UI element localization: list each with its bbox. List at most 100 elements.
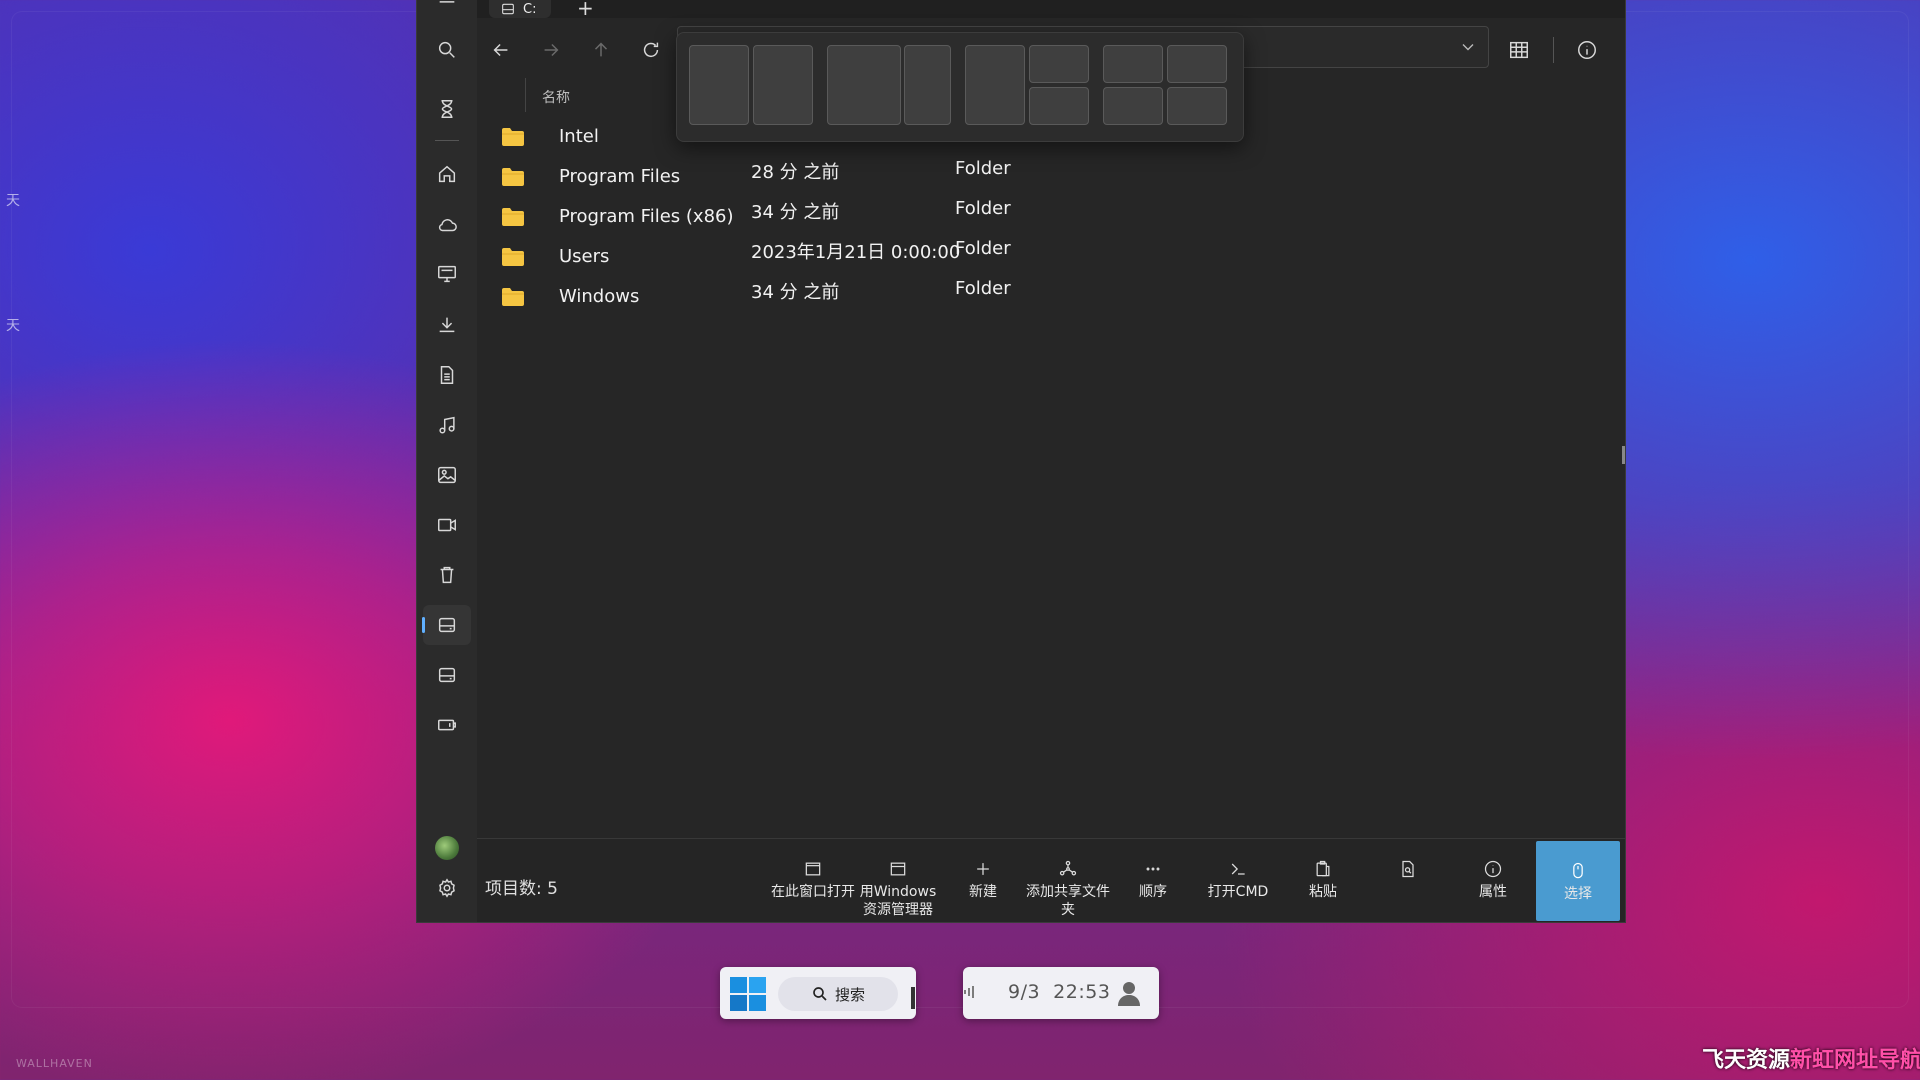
- desktop-edge-text: 天: [6, 193, 20, 209]
- file-search-icon: [1402, 860, 1414, 878]
- avatar[interactable]: [435, 836, 459, 860]
- sidebar-item-cloud[interactable]: [423, 205, 471, 245]
- list-item[interactable]: Users 2023年1月21日 0:00:00 Folder: [477, 237, 1277, 277]
- sort-button[interactable]: 顺序: [1111, 839, 1195, 922]
- forward-button[interactable]: [531, 30, 571, 70]
- download-icon: [439, 317, 455, 333]
- tab-title: C:: [523, 1, 537, 17]
- select-button[interactable]: 选择: [1536, 841, 1620, 921]
- snap-zone[interactable]: [1167, 45, 1227, 83]
- preview-button[interactable]: [1366, 839, 1450, 922]
- paste-label: 粘贴: [1309, 884, 1337, 900]
- tab-strip: C: +: [477, 0, 1625, 20]
- mouse-icon: [1573, 862, 1583, 879]
- arrow-left-icon: [493, 43, 508, 57]
- hourglass-icon: [441, 100, 453, 118]
- snap-zone[interactable]: [1029, 45, 1089, 83]
- list-item[interactable]: Windows 34 分 之前 Folder: [477, 277, 1277, 317]
- desktop-icon: [438, 265, 456, 283]
- snap-layout-quadrants: [1103, 45, 1227, 125]
- sidebar-item-videos[interactable]: [423, 505, 471, 545]
- volume-icon[interactable]: [963, 983, 979, 1001]
- snap-zone[interactable]: [904, 45, 951, 125]
- search-icon: [813, 987, 827, 1001]
- list-item[interactable]: Program Files 28 分 之前 Folder: [477, 157, 1277, 197]
- new-button[interactable]: 新建: [941, 839, 1025, 922]
- arrow-right-icon: [544, 43, 559, 57]
- open-explorer-button[interactable]: 用Windows资源管理器: [856, 839, 940, 922]
- item-name: Users: [559, 246, 610, 267]
- open-here-button[interactable]: 在此窗口打开: [771, 839, 855, 922]
- sidebar-item-documents[interactable]: [423, 355, 471, 395]
- add-share-label: 添加共享文件夹: [1026, 884, 1110, 918]
- snap-layouts-flyout: [676, 32, 1244, 142]
- snap-zone[interactable]: [1167, 87, 1227, 125]
- snap-zone[interactable]: [1103, 87, 1163, 125]
- wallpaper-credit: WALLHAVEN: [16, 1057, 93, 1070]
- snap-layout-halves: [689, 45, 813, 125]
- item-type: Folder: [955, 198, 1011, 219]
- tab-drive-c[interactable]: C:: [489, 0, 551, 18]
- up-button[interactable]: [581, 30, 621, 70]
- resize-grip[interactable]: [1622, 446, 1625, 464]
- sidebar-separator: [435, 140, 459, 141]
- folder-icon: [502, 208, 524, 226]
- snap-zone[interactable]: [1029, 87, 1089, 125]
- sidebar-item-downloads[interactable]: [423, 305, 471, 345]
- back-button[interactable]: [481, 30, 521, 70]
- home-icon: [438, 165, 456, 183]
- status-bar: 项目数: 5 在此窗口打开 用Windows资源管理器 新建 添加共享文件夹 顺…: [477, 838, 1625, 922]
- grid-view-button[interactable]: [1499, 30, 1539, 70]
- snap-zone[interactable]: [1103, 45, 1163, 83]
- folder-icon: [502, 168, 524, 186]
- folder-icon: [502, 128, 524, 146]
- drive-icon: [502, 3, 514, 15]
- taskbar-date: 9/3: [1008, 981, 1041, 1003]
- sidebar-item-drive-d[interactable]: [423, 655, 471, 695]
- open-cmd-label: 打开CMD: [1207, 884, 1269, 900]
- paste-button[interactable]: 粘贴: [1281, 839, 1365, 922]
- taskbar-clock[interactable]: 9/3 22:53: [1008, 981, 1110, 1003]
- new-label: 新建: [969, 884, 997, 900]
- search-button[interactable]: [423, 30, 471, 70]
- desktop-edge-text: 天: [6, 318, 20, 334]
- list-item[interactable]: Program Files (x86) 34 分 之前 Folder: [477, 197, 1277, 237]
- windows-start-icon[interactable]: [730, 977, 766, 1011]
- taskbar-right: 9/3 22:53: [963, 967, 1159, 1019]
- taskbar-divider: [911, 987, 915, 1009]
- snap-zone[interactable]: [753, 45, 813, 125]
- item-name: Windows: [559, 286, 640, 307]
- add-share-button[interactable]: 添加共享文件夹: [1026, 839, 1110, 922]
- sidebar-item-recycle-bin[interactable]: [423, 555, 471, 595]
- taskbar-search[interactable]: 搜索: [778, 977, 898, 1011]
- sidebar-item-desktop[interactable]: [423, 254, 471, 294]
- sidebar-item-pictures[interactable]: [423, 455, 471, 495]
- drive-icon: [438, 617, 456, 633]
- recycle-bin-icon: [440, 566, 454, 584]
- snap-zone[interactable]: [965, 45, 1025, 125]
- info-icon: [1484, 860, 1502, 878]
- menu-icon[interactable]: [423, 0, 471, 14]
- sidebar-item-drive-c[interactable]: [422, 605, 471, 645]
- chevron-down-icon[interactable]: [1458, 37, 1478, 61]
- sort-label: 顺序: [1139, 884, 1167, 900]
- new-tab-button[interactable]: +: [577, 0, 594, 20]
- cloud-icon: [438, 219, 457, 232]
- item-date: 28 分 之前: [751, 162, 840, 183]
- snap-layout-left-stacked: [965, 45, 1089, 125]
- item-type: Folder: [955, 278, 1011, 299]
- refresh-button[interactable]: [631, 30, 671, 70]
- info-button[interactable]: [1567, 30, 1607, 70]
- open-cmd-button[interactable]: 打开CMD: [1196, 839, 1280, 922]
- snap-zone[interactable]: [827, 45, 901, 125]
- column-header-name[interactable]: 名称: [542, 87, 570, 107]
- sidebar-item-music[interactable]: [423, 405, 471, 445]
- properties-button[interactable]: 属性: [1451, 839, 1535, 922]
- snap-zone[interactable]: [689, 45, 749, 125]
- sidebar-item-external-drive[interactable]: [423, 705, 471, 745]
- user-icon[interactable]: [1115, 979, 1143, 1007]
- recent-button[interactable]: [423, 89, 471, 129]
- settings-button[interactable]: [423, 868, 471, 908]
- sidebar-item-home[interactable]: [423, 154, 471, 194]
- document-icon: [440, 366, 454, 384]
